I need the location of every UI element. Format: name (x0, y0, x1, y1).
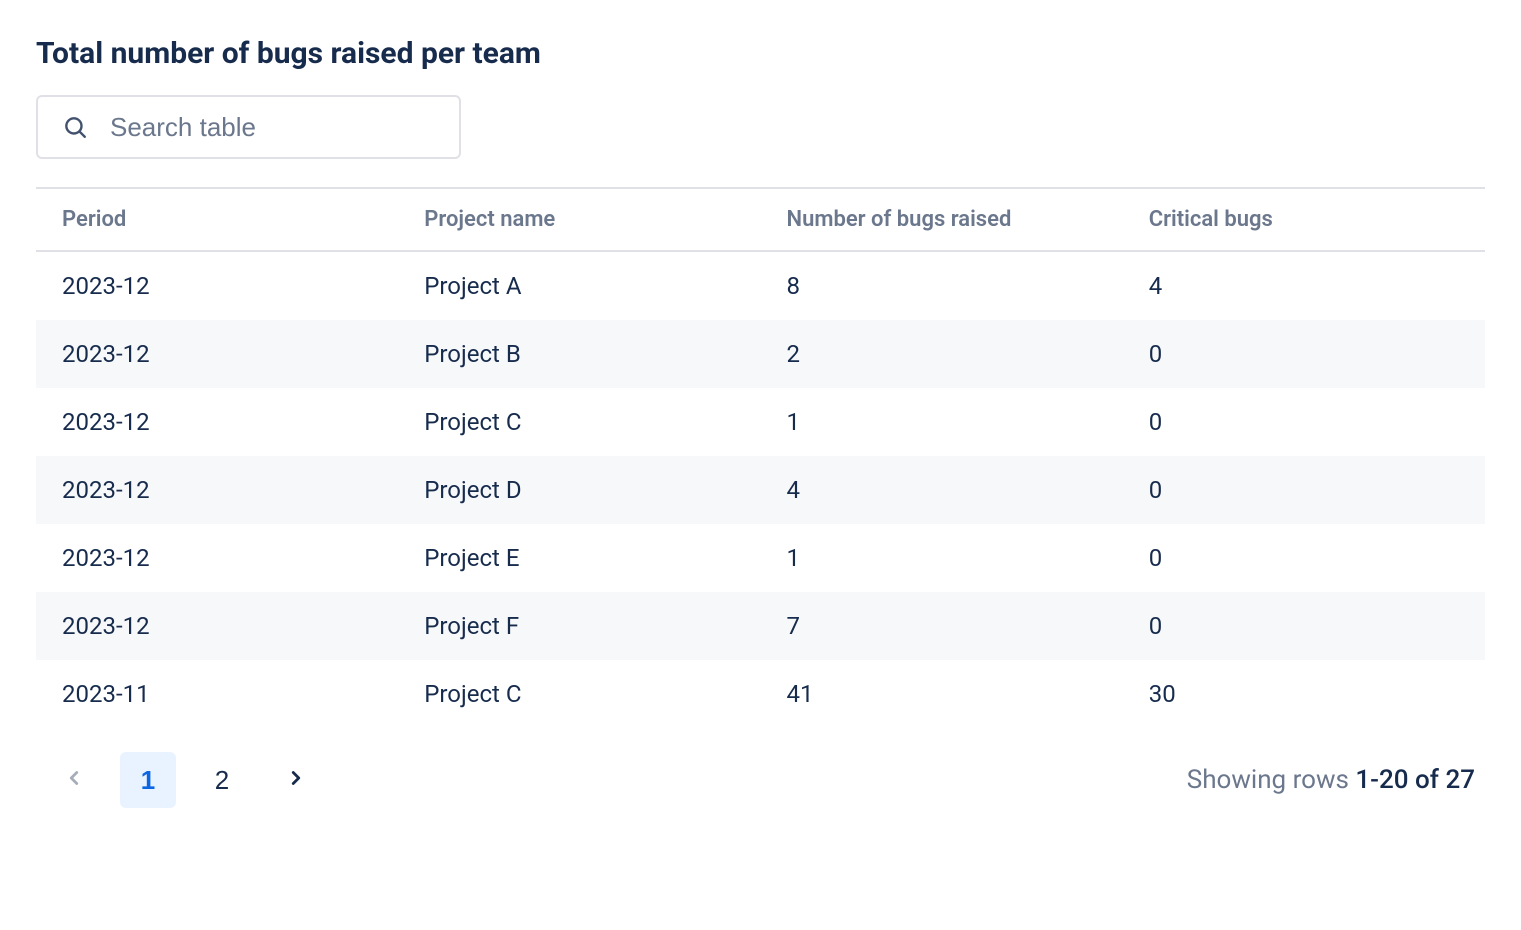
cell-bugs-raised: 7 (761, 592, 1123, 660)
search-wrapper (36, 95, 461, 159)
table-row: 2023-12Project C10 (36, 388, 1485, 456)
page-next-button[interactable] (268, 752, 324, 808)
cell-bugs-raised: 41 (761, 660, 1123, 728)
rows-mid: of (1409, 765, 1446, 795)
rows-total: 27 (1445, 765, 1475, 795)
cell-bugs-raised: 1 (761, 524, 1123, 592)
cell-period: 2023-12 (36, 251, 398, 320)
page-title: Total number of bugs raised per team (36, 36, 1485, 71)
table-row: 2023-12Project E10 (36, 524, 1485, 592)
cell-critical-bugs: 0 (1123, 320, 1485, 388)
cell-project-name: Project F (398, 592, 760, 660)
cell-period: 2023-12 (36, 592, 398, 660)
cell-project-name: Project C (398, 388, 760, 456)
cell-bugs-raised: 4 (761, 456, 1123, 524)
search-input[interactable] (36, 95, 461, 159)
data-table: Period Project name Number of bugs raise… (36, 187, 1485, 728)
cell-period: 2023-12 (36, 320, 398, 388)
page-prev-button[interactable] (46, 752, 102, 808)
table-row: 2023-12Project F70 (36, 592, 1485, 660)
cell-bugs-raised: 2 (761, 320, 1123, 388)
table-row: 2023-12Project D40 (36, 456, 1485, 524)
column-header-project-name[interactable]: Project name (398, 188, 760, 251)
chevron-right-icon (285, 765, 307, 796)
cell-critical-bugs: 0 (1123, 592, 1485, 660)
cell-period: 2023-12 (36, 456, 398, 524)
pagination-controls: 12 (46, 752, 324, 808)
cell-critical-bugs: 0 (1123, 456, 1485, 524)
column-header-period[interactable]: Period (36, 188, 398, 251)
column-header-bugs-raised[interactable]: Number of bugs raised (761, 188, 1123, 251)
cell-project-name: Project E (398, 524, 760, 592)
rows-label: Showing rows (1187, 765, 1356, 795)
cell-critical-bugs: 30 (1123, 660, 1485, 728)
rows-range: 1-20 (1355, 765, 1408, 795)
cell-critical-bugs: 0 (1123, 388, 1485, 456)
cell-project-name: Project D (398, 456, 760, 524)
page-button-1[interactable]: 1 (120, 752, 176, 808)
page-button-2[interactable]: 2 (194, 752, 250, 808)
cell-period: 2023-12 (36, 524, 398, 592)
cell-critical-bugs: 0 (1123, 524, 1485, 592)
pagination-bar: 12 Showing rows 1-20 of 27 (36, 728, 1485, 808)
column-header-critical-bugs[interactable]: Critical bugs (1123, 188, 1485, 251)
chevron-left-icon (63, 765, 85, 796)
table-row: 2023-11Project C4130 (36, 660, 1485, 728)
cell-project-name: Project A (398, 251, 760, 320)
cell-project-name: Project B (398, 320, 760, 388)
cell-critical-bugs: 4 (1123, 251, 1485, 320)
table-row: 2023-12Project B20 (36, 320, 1485, 388)
rows-summary: Showing rows 1-20 of 27 (1187, 765, 1475, 795)
cell-period: 2023-11 (36, 660, 398, 728)
table-row: 2023-12Project A84 (36, 251, 1485, 320)
cell-bugs-raised: 1 (761, 388, 1123, 456)
cell-project-name: Project C (398, 660, 760, 728)
cell-bugs-raised: 8 (761, 251, 1123, 320)
cell-period: 2023-12 (36, 388, 398, 456)
